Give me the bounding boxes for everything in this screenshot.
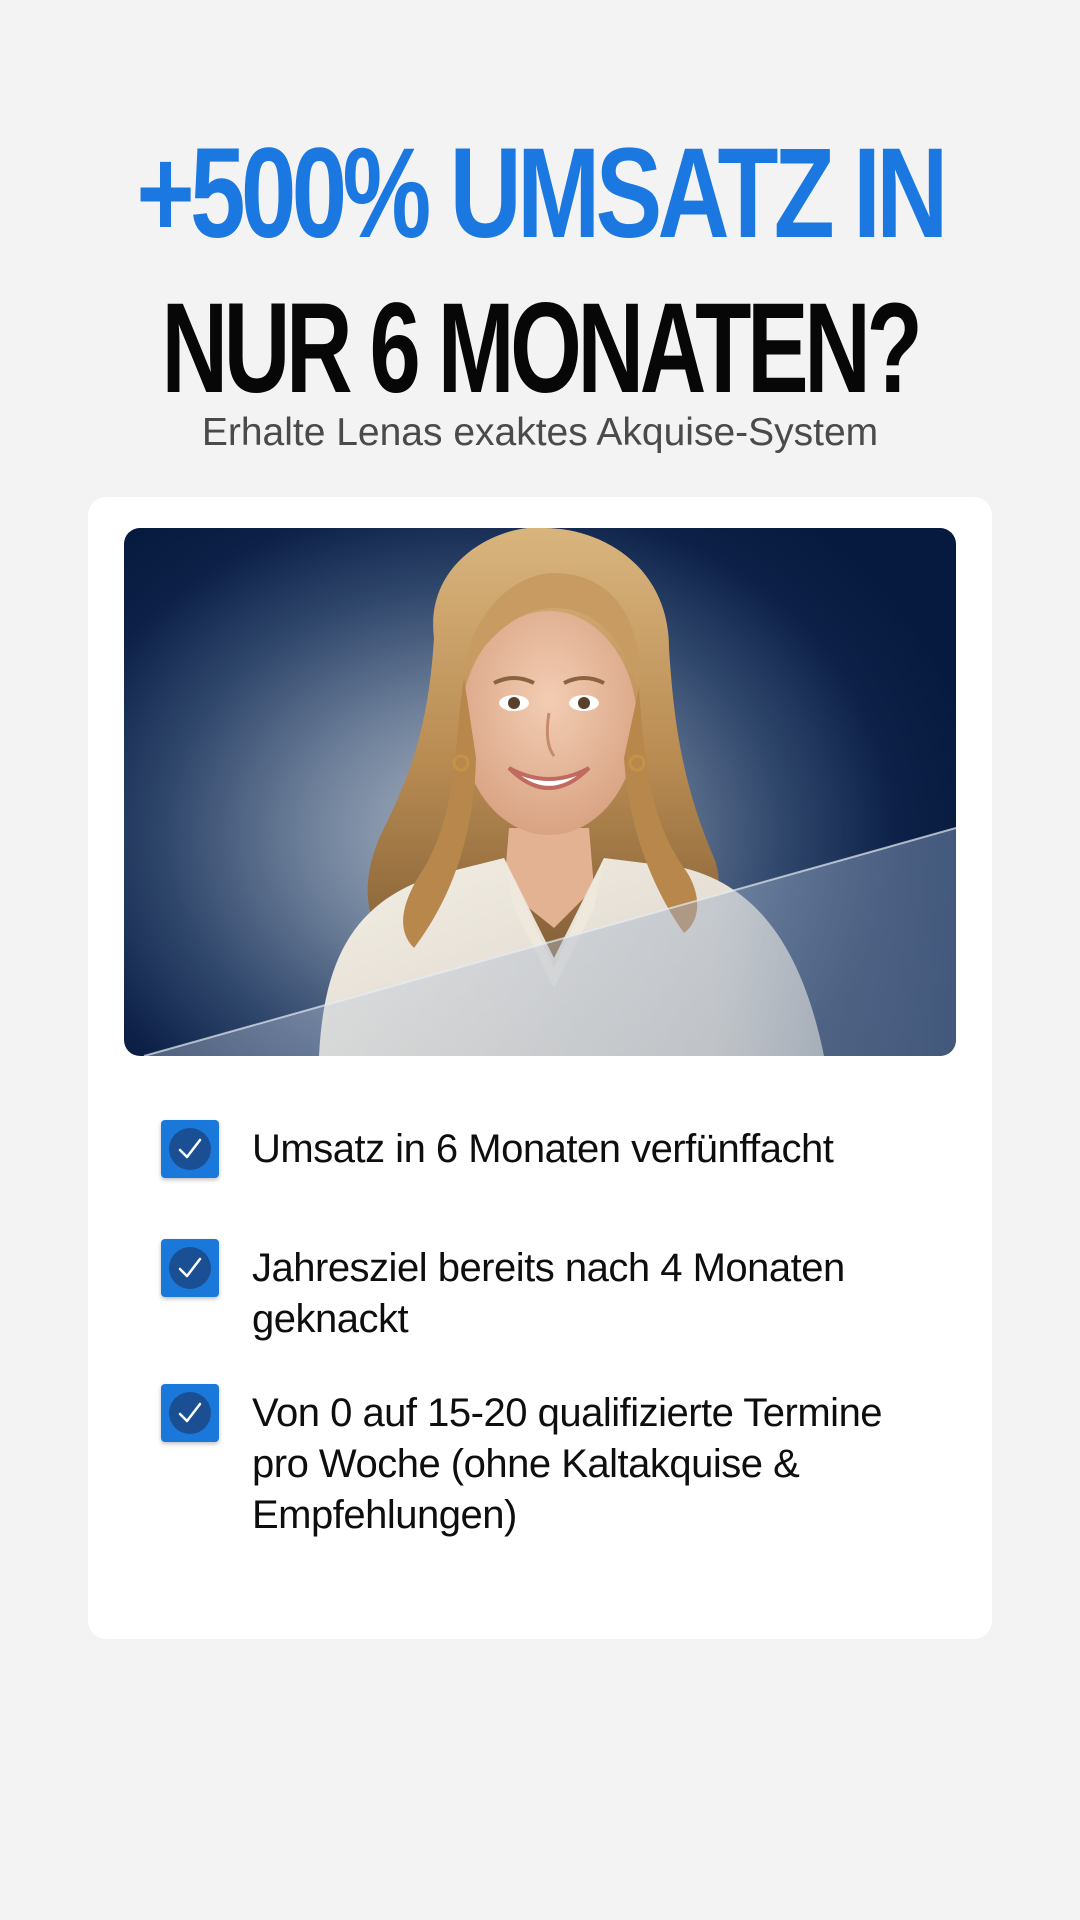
- benefits-list: Umsatz in 6 Monaten verfünffacht Jahresz…: [88, 497, 992, 1639]
- benefit-text: Jahresziel bereits nach 4 Monaten geknac…: [252, 1246, 845, 1341]
- subtitle: Erhalte Lenas exaktes Akquise-System: [201, 411, 879, 454]
- checkbox-checked-icon[interactable]: [161, 1120, 219, 1178]
- checkbox-checked-icon[interactable]: [161, 1384, 219, 1442]
- benefit-text: Von 0 auf 15-20 qualifizierte Termine pr…: [252, 1391, 883, 1537]
- checkbox-checked-icon[interactable]: [161, 1239, 219, 1297]
- benefit-text: Umsatz in 6 Monaten verfünffacht: [252, 1127, 834, 1171]
- benefits-card: Umsatz in 6 Monaten verfünffacht Jahresz…: [88, 497, 992, 1639]
- headline-line-1: +500% UMSATZ IN: [136, 122, 948, 265]
- headline-line-2: NUR 6 MONATEN?: [161, 277, 923, 420]
